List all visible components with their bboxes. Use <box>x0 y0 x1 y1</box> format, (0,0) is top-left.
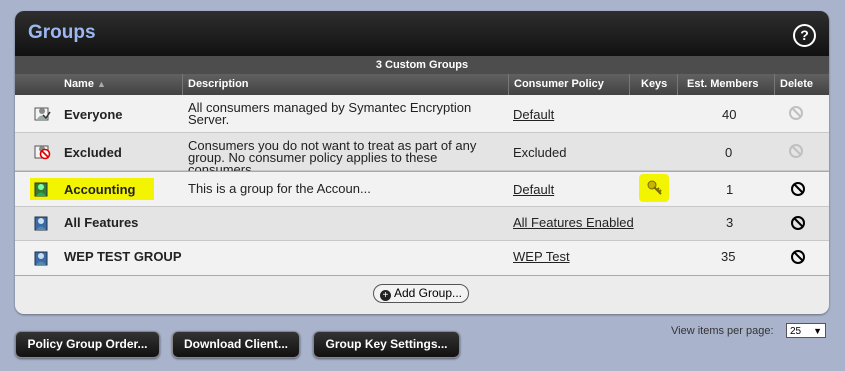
group-key-settings-button[interactable]: Group Key Settings... <box>313 331 460 358</box>
chevron-down-icon: ▼ <box>813 326 822 336</box>
member-count: 35 <box>721 249 736 264</box>
delete-disabled-icon <box>789 144 803 158</box>
table-row[interactable]: Everyone All consumers managed by Symant… <box>15 95 829 133</box>
group-name[interactable]: Accounting <box>64 182 136 197</box>
policy-link[interactable]: All Features Enabled <box>513 215 634 230</box>
column-header-policy: Consumer Policy <box>514 78 604 90</box>
policy-text: Excluded <box>513 145 567 160</box>
panel-titlebar: Groups ? <box>15 11 829 56</box>
column-header-members: Est. Members <box>687 78 759 90</box>
items-per-page-select[interactable]: 25 ▼ <box>786 323 826 338</box>
everyone-group-icon <box>34 107 51 121</box>
group-count-bar: 3 Custom Groups <box>15 56 829 74</box>
member-count: 0 <box>725 145 733 160</box>
group-name[interactable]: Everyone <box>64 107 123 122</box>
column-header-keys: Keys <box>641 78 668 90</box>
member-count: 3 <box>726 215 734 230</box>
delete-disabled-icon <box>789 106 803 120</box>
excluded-group-icon <box>34 145 51 160</box>
column-header-name[interactable]: Name ▲ <box>64 78 106 90</box>
help-icon[interactable]: ? <box>793 24 816 47</box>
delete-icon[interactable] <box>791 250 805 264</box>
add-group-bar: + Add Group... <box>15 276 829 312</box>
policy-group-order-button[interactable]: Policy Group Order... <box>15 331 160 358</box>
key-icon[interactable] <box>646 179 663 196</box>
table-row[interactable]: All Features All Features Enabled 3 <box>15 207 829 241</box>
plus-icon: + <box>379 290 391 301</box>
delete-icon[interactable] <box>791 182 805 196</box>
policy-link[interactable]: Default <box>513 107 554 122</box>
items-per-page-value: 25 <box>790 326 802 337</box>
column-header-name-label: Name <box>64 78 94 90</box>
add-group-label: Add Group... <box>393 286 463 300</box>
group-name[interactable]: WEP TEST GROUP <box>64 249 182 264</box>
member-count: 1 <box>726 182 734 197</box>
download-client-button[interactable]: Download Client... <box>172 331 300 358</box>
group-description: All consumers managed by Symantec Encryp… <box>188 100 472 127</box>
delete-icon[interactable] <box>791 216 805 230</box>
table-header: Name ▲ Description Consumer Policy Keys … <box>15 74 829 95</box>
add-group-button[interactable]: + Add Group... <box>373 284 469 303</box>
custom-group-icon <box>34 216 48 231</box>
table-row[interactable]: Excluded Consumers you do not want to tr… <box>15 133 829 176</box>
column-header-delete: Delete <box>780 78 814 90</box>
table-row[interactable]: WEP TEST GROUP WEP Test 35 <box>15 241 829 276</box>
table-row[interactable]: Accounting This is a group for the Accou… <box>15 171 829 207</box>
groups-panel: Groups ? 3 Custom Groups Name ▲ Descript… <box>15 11 829 314</box>
policy-link[interactable]: Default <box>513 182 554 197</box>
member-count: 40 <box>722 107 737 122</box>
group-name[interactable]: Excluded <box>64 145 122 160</box>
group-name[interactable]: All Features <box>64 215 138 230</box>
custom-group-icon <box>34 182 48 197</box>
policy-link[interactable]: WEP Test <box>513 249 570 264</box>
column-header-description: Description <box>188 78 249 90</box>
items-per-page-label: View items per page: <box>671 325 774 337</box>
sort-ascending-icon: ▲ <box>97 79 106 89</box>
page-title: Groups <box>28 22 96 43</box>
group-description: This is a group for the Accoun... <box>188 181 371 196</box>
custom-group-icon <box>34 251 48 266</box>
